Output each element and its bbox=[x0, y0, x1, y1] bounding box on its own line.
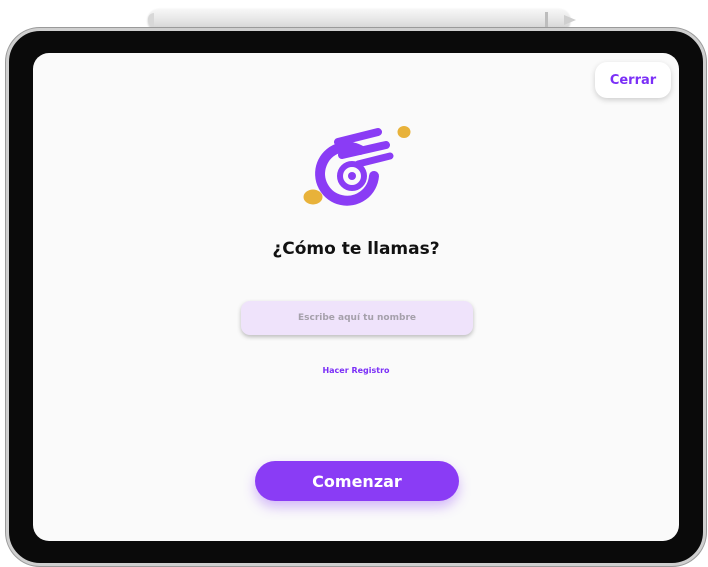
logo-center-dot bbox=[348, 172, 356, 180]
logo-dot-bottom-left bbox=[303, 189, 323, 205]
logo-stroke-top bbox=[334, 128, 382, 146]
pencil-tip bbox=[564, 15, 576, 25]
spinning-wheel-logo-icon bbox=[303, 126, 411, 206]
logo-stroke-bottom bbox=[354, 152, 394, 168]
app-screen: Cerrar ¿Cómo te llamas? Hacer Registro C… bbox=[33, 53, 679, 541]
logo-dot-top-right bbox=[397, 126, 411, 138]
pencil-band bbox=[545, 12, 548, 28]
register-link[interactable]: Hacer Registro bbox=[33, 366, 679, 375]
start-button[interactable]: Comenzar bbox=[255, 461, 459, 501]
tablet-frame: Cerrar ¿Cómo te llamas? Hacer Registro C… bbox=[6, 28, 706, 566]
page-title: ¿Cómo te llamas? bbox=[272, 239, 440, 259]
name-input[interactable] bbox=[241, 301, 473, 335]
device-mockup: Cerrar ¿Cómo te llamas? Hacer Registro C… bbox=[0, 0, 708, 567]
close-button[interactable]: Cerrar bbox=[595, 62, 671, 98]
